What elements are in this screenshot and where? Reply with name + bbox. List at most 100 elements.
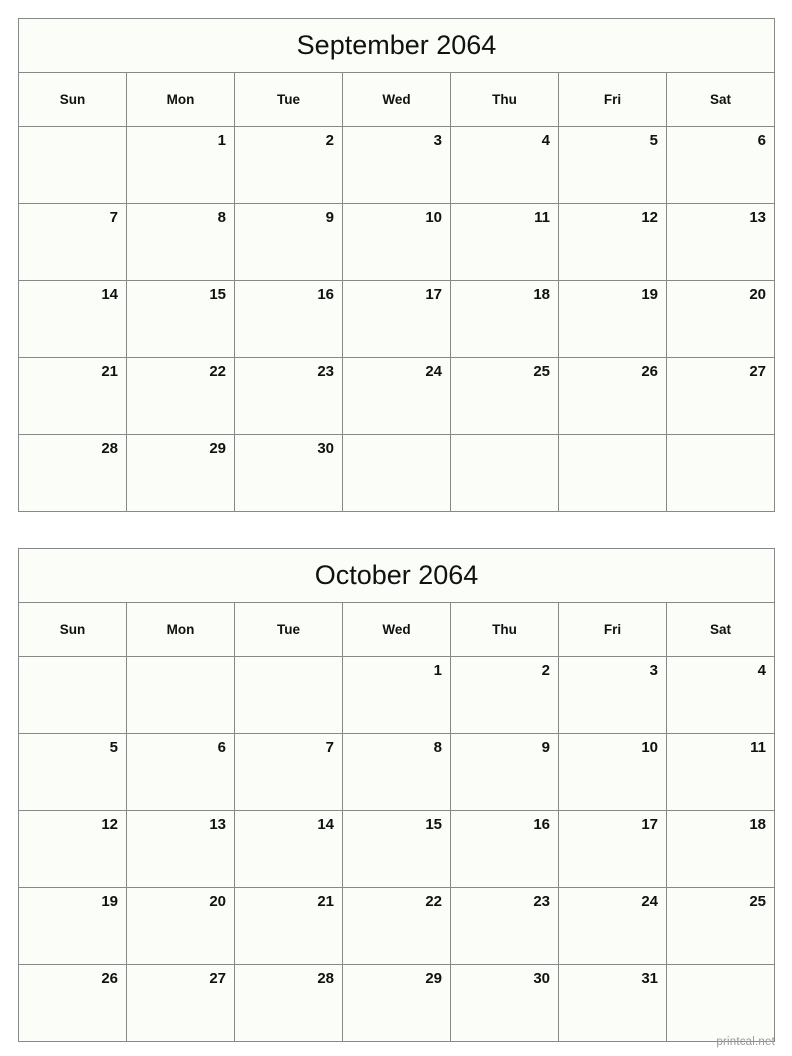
day-cell[interactable]: 7 (19, 204, 127, 280)
day-cell[interactable]: 25 (667, 888, 774, 964)
day-cell[interactable]: 21 (19, 358, 127, 434)
weekday-header-mon: Mon (127, 603, 235, 656)
week-row: 14 15 16 17 18 19 20 (19, 281, 774, 358)
weekday-header-sun: Sun (19, 73, 127, 126)
day-cell[interactable] (19, 127, 127, 203)
week-row: 21 22 23 24 25 26 27 (19, 358, 774, 435)
day-cell[interactable]: 30 (235, 435, 343, 511)
day-cell[interactable]: 29 (343, 965, 451, 1041)
day-cell[interactable] (343, 435, 451, 511)
weekday-header-sun: Sun (19, 603, 127, 656)
weekday-header-thu: Thu (451, 73, 559, 126)
day-cell[interactable]: 9 (235, 204, 343, 280)
week-row: 12 13 14 15 16 17 18 (19, 811, 774, 888)
day-cell[interactable]: 24 (559, 888, 667, 964)
day-cell[interactable]: 9 (451, 734, 559, 810)
day-cell[interactable]: 20 (667, 281, 774, 357)
day-cell[interactable] (667, 965, 774, 1041)
day-cell[interactable]: 15 (343, 811, 451, 887)
day-cell[interactable]: 1 (127, 127, 235, 203)
day-cell[interactable]: 27 (667, 358, 774, 434)
weekday-header-thu: Thu (451, 603, 559, 656)
week-row: 1 2 3 4 5 6 (19, 127, 774, 204)
day-cell[interactable]: 23 (235, 358, 343, 434)
day-cell[interactable]: 3 (343, 127, 451, 203)
day-cell[interactable]: 3 (559, 657, 667, 733)
weekday-header-sat: Sat (667, 603, 774, 656)
day-cell[interactable]: 12 (19, 811, 127, 887)
day-cell[interactable]: 18 (667, 811, 774, 887)
month-block-october: October 2064 Sun Mon Tue Wed Thu Fri Sat… (18, 548, 775, 1042)
day-cell[interactable]: 14 (19, 281, 127, 357)
day-cell[interactable] (19, 657, 127, 733)
day-cell[interactable]: 5 (559, 127, 667, 203)
day-cell[interactable]: 30 (451, 965, 559, 1041)
day-cell[interactable]: 23 (451, 888, 559, 964)
day-cell[interactable]: 4 (451, 127, 559, 203)
week-row: 28 29 30 (19, 435, 774, 511)
weekday-header-sat: Sat (667, 73, 774, 126)
month-title-october: October 2064 (19, 549, 774, 603)
day-cell[interactable]: 22 (343, 888, 451, 964)
day-cell[interactable]: 22 (127, 358, 235, 434)
calendar-page: September 2064 Sun Mon Tue Wed Thu Fri S… (0, 0, 792, 1056)
day-cell[interactable]: 16 (451, 811, 559, 887)
week-row: 5 6 7 8 9 10 11 (19, 734, 774, 811)
day-cell[interactable]: 2 (451, 657, 559, 733)
day-cell[interactable]: 20 (127, 888, 235, 964)
day-cell[interactable]: 12 (559, 204, 667, 280)
day-cell[interactable]: 14 (235, 811, 343, 887)
day-cell[interactable]: 17 (559, 811, 667, 887)
day-cell[interactable]: 11 (451, 204, 559, 280)
day-cell[interactable]: 8 (343, 734, 451, 810)
day-cell[interactable]: 11 (667, 734, 774, 810)
weekday-header-fri: Fri (559, 603, 667, 656)
day-cell[interactable]: 25 (451, 358, 559, 434)
day-cell[interactable]: 10 (559, 734, 667, 810)
day-cell[interactable]: 16 (235, 281, 343, 357)
day-cell[interactable]: 19 (559, 281, 667, 357)
week-row: 19 20 21 22 23 24 25 (19, 888, 774, 965)
day-cell[interactable]: 17 (343, 281, 451, 357)
day-cell[interactable]: 13 (667, 204, 774, 280)
day-cell[interactable]: 21 (235, 888, 343, 964)
day-cell[interactable]: 18 (451, 281, 559, 357)
day-cell[interactable]: 5 (19, 734, 127, 810)
weekday-header-fri: Fri (559, 73, 667, 126)
day-cell[interactable]: 13 (127, 811, 235, 887)
weekday-header-tue: Tue (235, 603, 343, 656)
day-cell[interactable] (235, 657, 343, 733)
week-row: 7 8 9 10 11 12 13 (19, 204, 774, 281)
day-cell[interactable]: 28 (235, 965, 343, 1041)
month-block-september: September 2064 Sun Mon Tue Wed Thu Fri S… (18, 18, 775, 512)
day-cell[interactable]: 6 (127, 734, 235, 810)
day-cell[interactable]: 31 (559, 965, 667, 1041)
week-row: 1 2 3 4 (19, 657, 774, 734)
day-cell[interactable]: 26 (559, 358, 667, 434)
day-cell[interactable]: 7 (235, 734, 343, 810)
week-row: 26 27 28 29 30 31 (19, 965, 774, 1041)
day-cell[interactable] (559, 435, 667, 511)
day-cell[interactable]: 29 (127, 435, 235, 511)
weekday-header-tue: Tue (235, 73, 343, 126)
day-cell[interactable]: 4 (667, 657, 774, 733)
day-cell[interactable]: 24 (343, 358, 451, 434)
day-cell[interactable] (451, 435, 559, 511)
day-cell[interactable]: 1 (343, 657, 451, 733)
day-cell[interactable]: 27 (127, 965, 235, 1041)
day-cell[interactable]: 15 (127, 281, 235, 357)
weekday-header-row-october: Sun Mon Tue Wed Thu Fri Sat (19, 603, 774, 657)
day-cell[interactable]: 8 (127, 204, 235, 280)
month-title-september: September 2064 (19, 19, 774, 73)
day-cell[interactable] (127, 657, 235, 733)
day-cell[interactable]: 10 (343, 204, 451, 280)
day-cell[interactable]: 2 (235, 127, 343, 203)
weekday-header-row-september: Sun Mon Tue Wed Thu Fri Sat (19, 73, 774, 127)
day-cell[interactable]: 28 (19, 435, 127, 511)
weekday-header-mon: Mon (127, 73, 235, 126)
day-cell[interactable]: 26 (19, 965, 127, 1041)
day-cell[interactable]: 6 (667, 127, 774, 203)
footer-credit: printcal.net (716, 1036, 775, 1048)
day-cell[interactable]: 19 (19, 888, 127, 964)
day-cell[interactable] (667, 435, 774, 511)
